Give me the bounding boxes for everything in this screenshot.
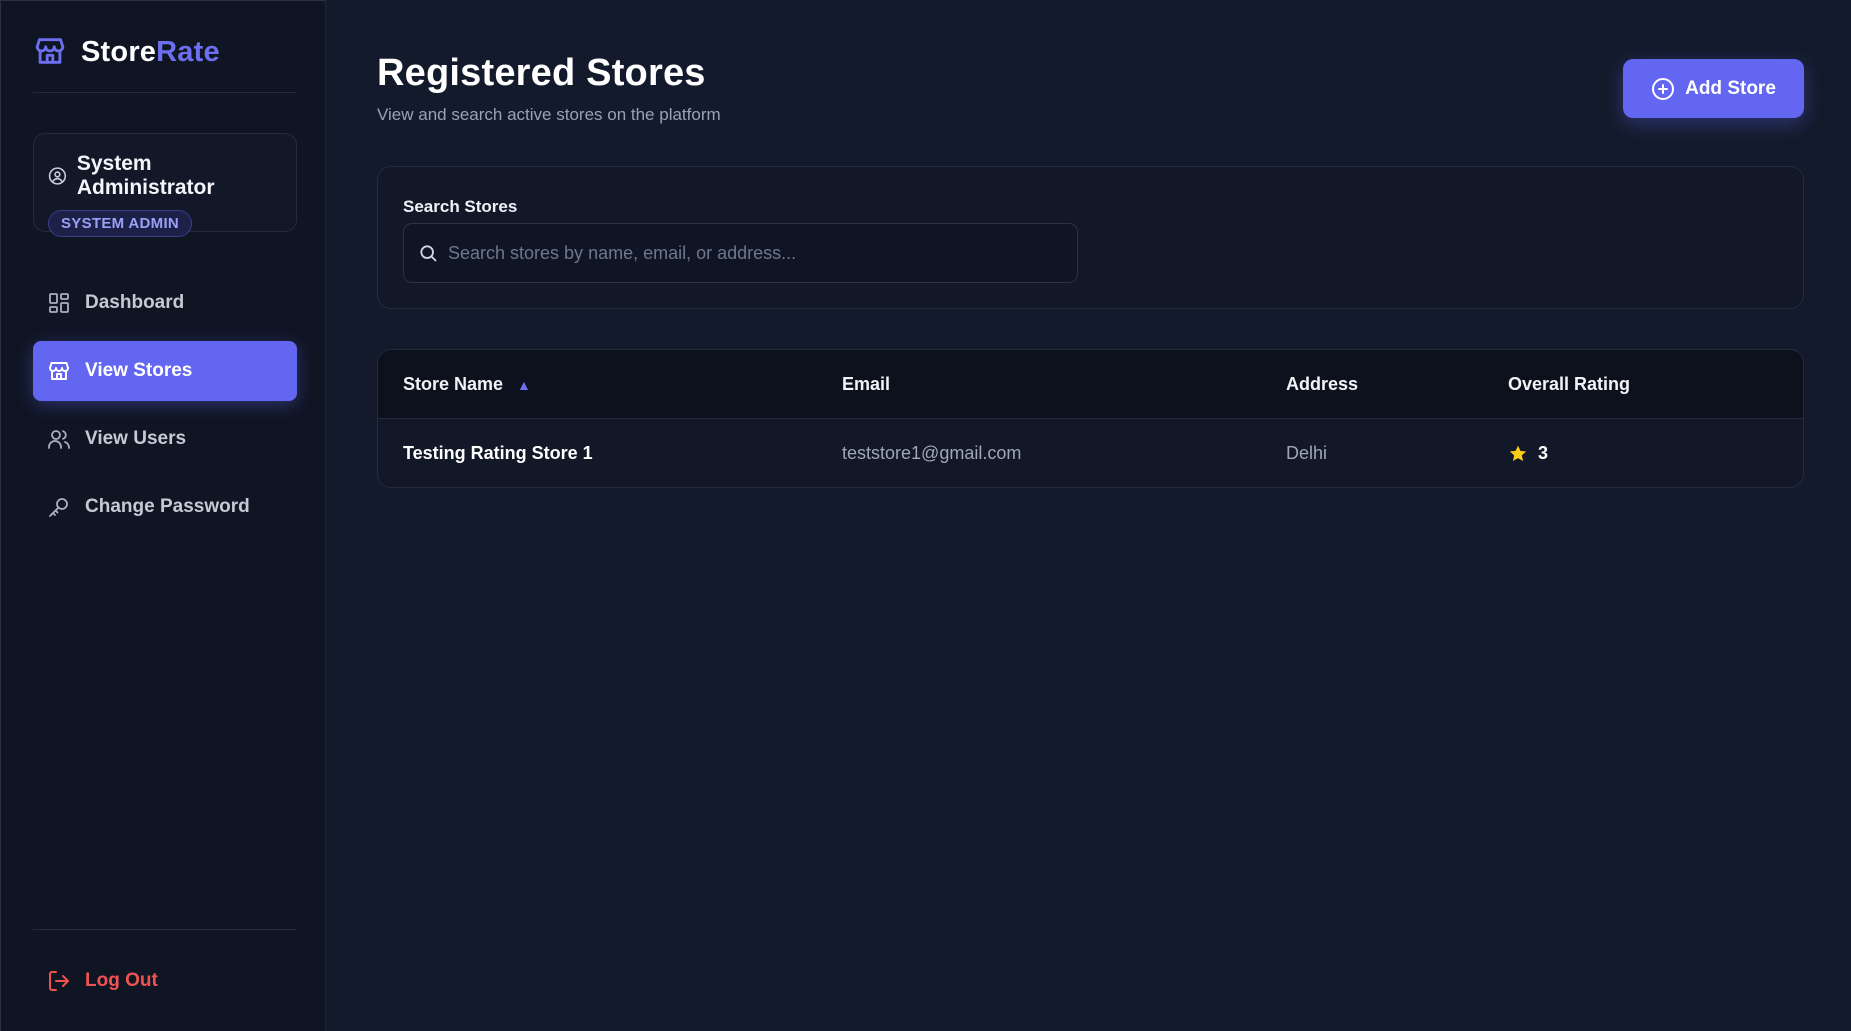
- sidebar-item-label: View Users: [85, 428, 187, 449]
- search-label: Search Stores: [403, 197, 518, 216]
- column-header-store-name[interactable]: Store Name ▲: [403, 350, 531, 419]
- users-icon: [48, 430, 70, 449]
- table-header: Store Name ▲ Email Address Overall Ratin…: [378, 350, 1803, 419]
- main-content: Registered Stores View and search active…: [377, 0, 1851, 1031]
- sidebar-item-view-stores[interactable]: View Stores: [33, 341, 297, 401]
- search-icon: [420, 245, 437, 262]
- sidebar-item-change-password[interactable]: Change Password: [33, 477, 297, 537]
- cell-address: Delhi: [1286, 443, 1328, 463]
- user-circle-icon: [48, 167, 67, 185]
- add-store-label: Add Store: [1685, 77, 1776, 99]
- plus-circle-icon: [1652, 77, 1675, 100]
- brand-logo[interactable]: StoreRate: [33, 33, 297, 93]
- sidebar: StoreRate System Administrator SYSTEM AD…: [0, 0, 326, 1031]
- sidebar-item-view-users[interactable]: View Users: [33, 409, 297, 469]
- key-icon: [49, 498, 68, 517]
- star-icon: [1509, 445, 1527, 461]
- stores-table: Store Name ▲ Email Address Overall Ratin…: [377, 349, 1804, 488]
- sort-ascending-icon: ▲: [517, 376, 531, 393]
- logout-label: Log Out: [85, 970, 158, 991]
- logout-icon: [49, 971, 69, 991]
- sidebar-item-dashboard[interactable]: Dashboard: [33, 273, 297, 333]
- search-box[interactable]: [403, 223, 1078, 283]
- sidebar-nav: Dashboard View Stores View Users Change …: [33, 273, 297, 545]
- add-store-button[interactable]: Add Store: [1623, 59, 1804, 118]
- column-header-address[interactable]: Address: [1286, 350, 1358, 419]
- sidebar-item-label: View Stores: [85, 360, 193, 381]
- page-subtitle: View and search active stores on the pla…: [377, 105, 721, 124]
- column-header-overall-rating[interactable]: Overall Rating: [1508, 350, 1630, 419]
- role-badge: SYSTEM ADMIN: [48, 210, 193, 237]
- rating-value: 3: [1538, 443, 1549, 463]
- search-card: Search Stores: [377, 166, 1804, 309]
- user-name: System Administrator: [76, 152, 215, 199]
- cell-rating: 3: [1508, 419, 1549, 487]
- user-card: System Administrator SYSTEM ADMIN: [33, 133, 297, 237]
- logout-button[interactable]: Log Out: [33, 951, 297, 1011]
- cell-store-name: Testing Rating Store 1: [403, 443, 593, 463]
- store-icon: [49, 362, 69, 380]
- column-header-email[interactable]: Email: [842, 350, 890, 419]
- cell-email: teststore1@gmail.com: [842, 443, 1022, 463]
- dashboard-icon: [49, 293, 69, 313]
- page-title: Registered Stores: [377, 52, 706, 94]
- sidebar-item-label: Dashboard: [85, 292, 185, 313]
- sidebar-item-label: Change Password: [85, 496, 250, 517]
- store-logo-icon: [35, 38, 65, 64]
- sidebar-divider: [33, 929, 297, 930]
- search-input[interactable]: [448, 242, 1077, 264]
- brand-name: StoreRate: [81, 36, 220, 68]
- table-row[interactable]: Testing Rating Store 1 teststore1@gmail.…: [378, 419, 1803, 487]
